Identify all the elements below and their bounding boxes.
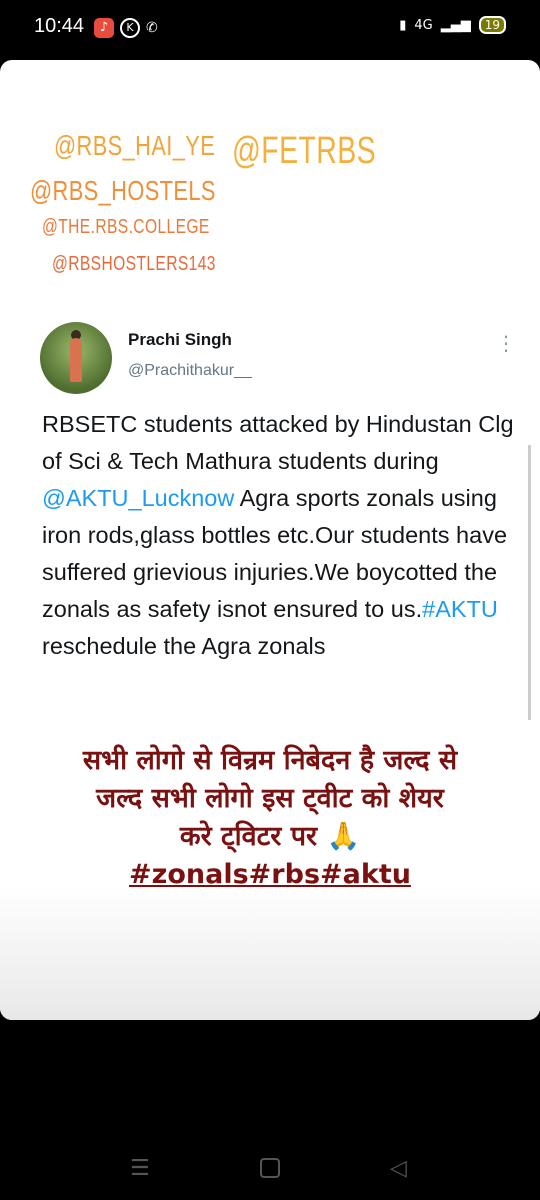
nav-bar: ☰ ◁ <box>0 1140 540 1200</box>
tweet-text: RBSETC students attacked by Hindustan Cl… <box>42 406 522 665</box>
story-card[interactable]: @RBS_HAI_YE @FETRBS @RBS_HOSTELS @THE.RB… <box>0 60 540 1020</box>
avatar[interactable] <box>40 322 112 394</box>
handle-rbs-hai-ye: @RBS_HAI_YE <box>54 130 216 161</box>
handle-rbshostlers143: @RBSHOSTLERS143 <box>52 253 216 275</box>
status-right: ▮ 4G ▂▄▆ 19 <box>399 16 506 34</box>
home-icon[interactable] <box>260 1158 280 1178</box>
overlay-caption: सभी लोगो से विन्रम निबेदन है जल्द से जल्… <box>0 742 540 894</box>
whatsapp-icon: ✆ <box>146 20 158 36</box>
more-options-icon[interactable]: ⋮ <box>496 328 516 358</box>
avatar-figure <box>70 338 82 382</box>
tiktok-icon: ♪ <box>94 18 114 38</box>
k-icon: K <box>120 18 140 38</box>
caption-line-2: जल्द सभी लोगो इस ट्वीट को शेयर <box>96 783 444 814</box>
tweet-author-name[interactable]: Prachi Singh <box>128 330 232 350</box>
clock: 10:44 <box>34 15 85 37</box>
back-icon[interactable]: ◁ <box>390 1156 407 1181</box>
scroll-indicator <box>528 445 531 745</box>
network-label: 4G <box>414 17 433 33</box>
hashtag-link[interactable]: #AKTU <box>422 596 498 622</box>
caption-line-1: सभी लोगो से विन्रम निबेदन है जल्द से <box>82 745 458 776</box>
recents-icon[interactable]: ☰ <box>130 1156 150 1181</box>
handle-rbs-hostels: @RBS_HOSTELS <box>30 175 216 206</box>
signal-icon: ▂▄▆ <box>440 17 471 33</box>
tweet-text-part1: RBSETC students attacked by Hindustan Cl… <box>42 411 514 474</box>
handle-the-rbs-college: @THE.RBS.COLLEGE <box>42 216 210 238</box>
status-bar: 10:44 ♪ K ✆ ▮ 4G ▂▄▆ 19 <box>0 0 540 58</box>
caption-hashtags[interactable]: #zonals#rbs#aktu <box>0 856 540 894</box>
mention-link[interactable]: @AKTU_Lucknow <box>42 485 234 511</box>
handle-fetrbs: @FETRBS <box>232 130 376 172</box>
caption-line-3: करे ट्विटर पर 🙏 <box>179 821 361 852</box>
battery-icon: 19 <box>478 16 506 34</box>
tweet-author-username[interactable]: @Prachithakur__ <box>128 362 252 380</box>
tweet-text-part3: reschedule the Agra zonals <box>42 633 326 659</box>
volte-icon: ▮ <box>399 17 407 33</box>
